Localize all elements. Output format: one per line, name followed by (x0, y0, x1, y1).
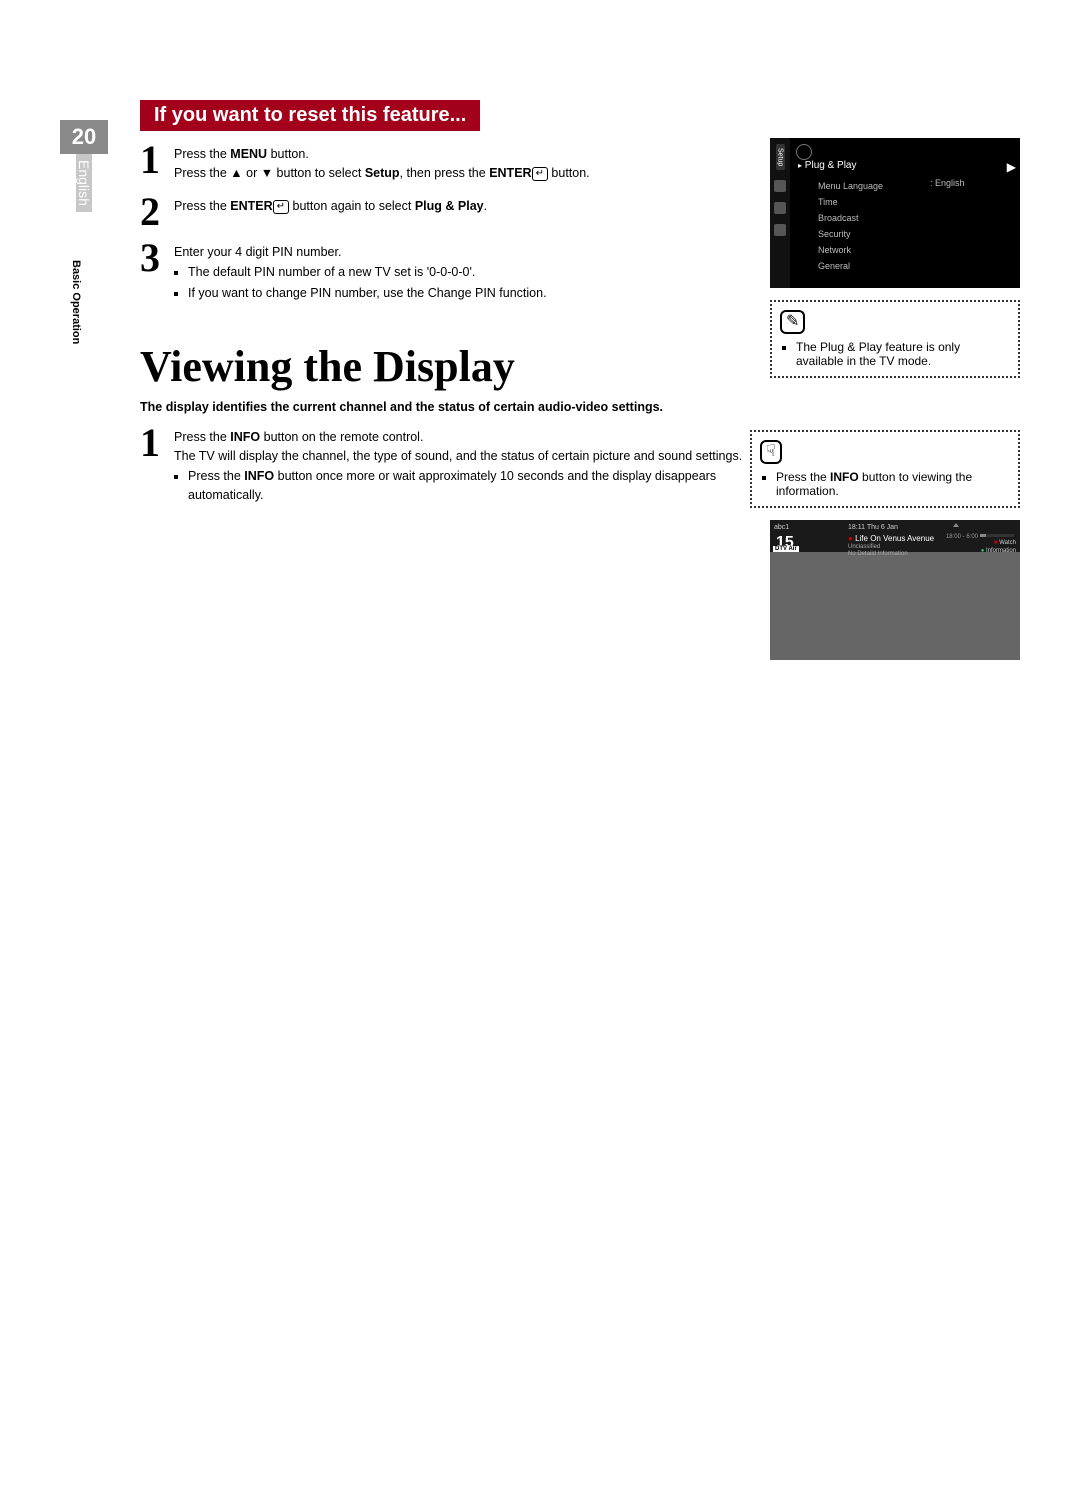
text: Press the (174, 430, 230, 444)
step-2: 2 Press the ENTER↵ button again to selec… (140, 195, 760, 229)
step-number: 1 (140, 143, 174, 177)
text: button. (267, 147, 309, 161)
text: Enter your 4 digit PIN number. (174, 245, 341, 259)
osd-item: Network (818, 242, 883, 258)
pencil-icon: ✎ (780, 310, 805, 334)
osd-sidebar: Setup (770, 138, 790, 288)
info-display-figure: abc1 15 DTV Air 18:11 Thu 6 Jan ● Life O… (770, 520, 1020, 660)
osd-language-value: : English (930, 178, 965, 188)
step-body: Press the INFO button on the remote cont… (174, 426, 760, 507)
step-body: Press the ENTER↵ button again to select … (174, 195, 487, 216)
provider-label: abc1 (774, 524, 789, 531)
enter-label: ENTER (230, 199, 272, 213)
step-number: 2 (140, 195, 174, 229)
osd-icon (774, 224, 786, 236)
program-title: ● Life On Venus Avenue (848, 534, 934, 543)
information-hint: ● Information (981, 548, 1016, 554)
arrow-right-icon: ▶ (1007, 160, 1016, 174)
osd-menu-list: Menu Language Time Broadcast Security Ne… (818, 178, 883, 274)
step-3: 3 Enter your 4 digit PIN number. The def… (140, 241, 760, 305)
enter-icon: ↵ (273, 200, 289, 214)
step-body: Enter your 4 digit PIN number. The defau… (174, 241, 547, 305)
gear-icon (796, 144, 812, 160)
osd-setup-tab: Setup (776, 144, 785, 170)
enter-icon: ↵ (532, 167, 548, 181)
note-box: ✎ The Plug & Play feature is only availa… (770, 300, 1020, 378)
text: button. (548, 166, 590, 180)
info-label: INFO (230, 430, 260, 444)
osd-item: General (818, 258, 883, 274)
step-number: 3 (140, 241, 174, 275)
text: Press the (776, 470, 830, 484)
osd-icon (774, 180, 786, 192)
section-banner: If you want to reset this feature... (140, 100, 480, 131)
text: , then press the (400, 166, 490, 180)
osd-title-text: Plug & Play (805, 160, 857, 171)
text: . (484, 199, 487, 213)
note-box-info: ☟ Press the INFO button to viewing the i… (750, 430, 1020, 508)
chevron-right-icon: ▸ (798, 161, 802, 170)
list-item: If you want to change PIN number, use th… (188, 284, 547, 303)
list-item: Press the INFO button once more or wait … (188, 467, 760, 505)
text: Press the ▲ or ▼ button to select (174, 166, 365, 180)
osd-setup-menu: Setup ▸ Plug & Play ▶ Menu Language Time… (770, 138, 1020, 288)
osd-icon (774, 202, 786, 214)
osd-item: Time (818, 194, 883, 210)
language-tab: English (76, 154, 92, 212)
text: button again to select (289, 199, 415, 213)
viewing-step-1: 1 Press the INFO button on the remote co… (140, 426, 760, 507)
up-arrow-icon (953, 523, 959, 527)
intro-text: The display identifies the current chann… (140, 400, 680, 414)
osd-item: Broadcast (818, 210, 883, 226)
enter-label: ENTER (489, 166, 531, 180)
heading: Viewing the Display (140, 341, 760, 392)
text: Press the (188, 469, 244, 483)
information-label: Information (984, 548, 1016, 554)
setup-label: Setup (365, 166, 400, 180)
step-number: 1 (140, 426, 174, 460)
time-range: 18:00 - 6:00 (946, 534, 978, 540)
osd-item: Security (818, 226, 883, 242)
osd-item: Menu Language (818, 178, 883, 194)
list-item: The default PIN number of a new TV set i… (188, 263, 547, 282)
progress-bar (980, 534, 1014, 537)
detail-label: No Detaild Information (848, 551, 908, 557)
record-icon: ● (848, 534, 853, 543)
hand-icon: ☟ (760, 440, 782, 464)
text: button on the remote control. (260, 430, 423, 444)
text: Press the (174, 199, 230, 213)
watch-hint: ■ Watch (994, 540, 1016, 546)
info-label: INFO (830, 470, 859, 484)
program-title-text: Life On Venus Avenue (855, 534, 934, 543)
note-text: The Plug & Play feature is only availabl… (796, 340, 1010, 368)
text: The TV will display the channel, the typ… (174, 449, 742, 463)
step-body: Press the MENU button. Press the ▲ or ▼ … (174, 143, 590, 183)
watch-label: Watch (998, 540, 1016, 546)
progress-fill (980, 534, 986, 537)
page-number: 20 (60, 120, 108, 154)
text: Press the (174, 147, 230, 161)
note-text: Press the INFO button to viewing the inf… (776, 470, 1010, 498)
dtv-badge: DTV Air (773, 546, 799, 552)
clock-label: 18:11 Thu 6 Jan (848, 524, 898, 531)
classification-label: Unclassified (848, 544, 880, 550)
menu-label: MENU (230, 147, 267, 161)
section-label: Basic Operation (70, 260, 82, 344)
osd-title: ▸ Plug & Play (798, 160, 857, 171)
side-tab: 20 English (60, 120, 108, 212)
plug-play-label: Plug & Play (415, 199, 484, 213)
step-1: 1 Press the MENU button. Press the ▲ or … (140, 143, 760, 183)
info-label: INFO (244, 469, 274, 483)
